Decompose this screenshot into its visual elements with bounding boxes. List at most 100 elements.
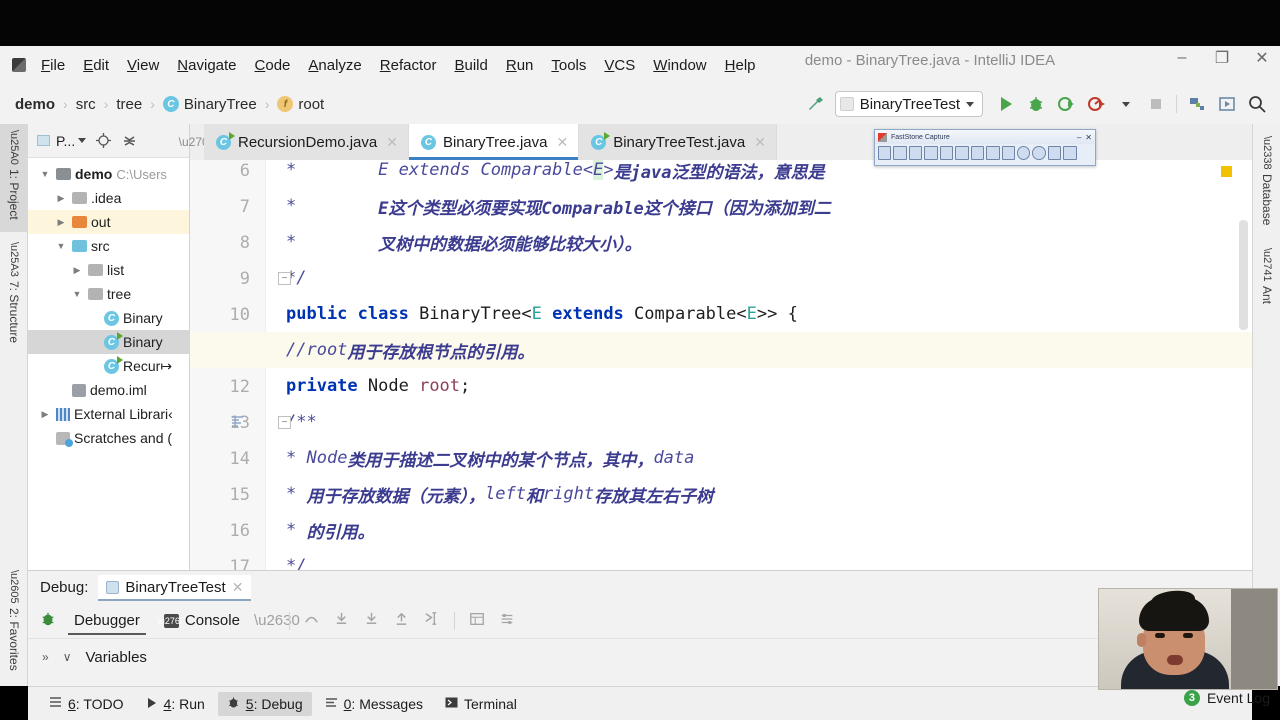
profiler-icon[interactable] xyxy=(1081,89,1111,119)
tree-node-externallibrari[interactable]: ▶ External Librari‹ xyxy=(28,402,189,426)
menu-item-view[interactable]: View xyxy=(118,54,168,77)
capture-fullscreen-icon[interactable] xyxy=(955,146,969,160)
chevron-down-icon[interactable] xyxy=(1111,89,1141,119)
close-button[interactable]: ✕ xyxy=(1252,48,1272,68)
tree-node-list[interactable]: ▶ list xyxy=(28,258,189,282)
status-item-5debug[interactable]: 5: Debug xyxy=(217,691,312,716)
code-line[interactable]: private Node root; xyxy=(190,368,1252,404)
tab-console[interactable]: \u276F Console xyxy=(154,607,250,634)
tree-node-out[interactable]: ▶ out xyxy=(28,210,189,234)
tree-node-demo[interactable]: ▼ demo C:\Users xyxy=(28,162,189,186)
run-to-cursor-icon[interactable] xyxy=(419,610,445,631)
menu-item-navigate[interactable]: Navigate xyxy=(168,54,245,77)
expand-arrow[interactable]: ▶ xyxy=(54,193,68,204)
run-icon[interactable] xyxy=(991,89,1021,119)
project-view-label[interactable]: P... xyxy=(56,133,87,149)
debug-icon[interactable] xyxy=(1021,89,1051,119)
run-configuration-selector[interactable]: BinaryTreeTest xyxy=(834,91,983,117)
expand-arrow[interactable]: ▼ xyxy=(70,289,84,299)
settings-icon[interactable] xyxy=(1047,146,1062,160)
status-item-4run[interactable]: 4: Run xyxy=(137,692,214,716)
capture-fixed-icon[interactable] xyxy=(986,146,1000,160)
status-item-0messages[interactable]: 0: Messages xyxy=(316,692,432,716)
timer-icon[interactable] xyxy=(1032,146,1046,160)
sidebar-item-database[interactable]: \u2338 Database xyxy=(1253,130,1280,234)
locate-target-icon[interactable] xyxy=(94,132,112,150)
code-line[interactable]: * Node 类用于描述二叉树中的某个节点，其中， data xyxy=(190,440,1252,476)
javadoc-icon[interactable] xyxy=(230,414,245,432)
minimize-button[interactable]: – xyxy=(1172,49,1192,67)
breadcrumb-item-src[interactable]: src xyxy=(73,95,99,114)
stop-icon[interactable] xyxy=(1141,89,1171,119)
expand-arrow[interactable]: ▶ xyxy=(54,217,68,228)
project-view-selector[interactable] xyxy=(34,132,52,150)
code-line[interactable]: * E这个类型必须要实现Comparable这个接口（因为添加到二 xyxy=(190,188,1252,224)
tree-node-src[interactable]: ▼ src xyxy=(28,234,189,258)
menu-item-file[interactable]: File xyxy=(32,54,74,77)
capture-freehand-icon[interactable] xyxy=(939,146,954,160)
tree-node-scratchesand[interactable]: Scratches and ( xyxy=(28,426,189,450)
capture-scroll-icon[interactable] xyxy=(970,146,985,160)
tab-debugger[interactable]: Debugger xyxy=(64,607,150,635)
capture-window-icon[interactable] xyxy=(893,146,907,160)
menu-item-code[interactable]: Code xyxy=(246,54,300,77)
project-structure-icon[interactable] xyxy=(1182,89,1212,119)
step-into-icon[interactable] xyxy=(329,610,355,631)
code-line[interactable]: */ xyxy=(190,260,1252,296)
magnifier-icon[interactable] xyxy=(1016,146,1031,160)
collapse-icon[interactable]: ∨ xyxy=(63,650,72,664)
hammer-icon[interactable] xyxy=(801,89,831,119)
expand-arrow[interactable]: ▼ xyxy=(54,241,68,251)
pin-icon[interactable]: \u2700 xyxy=(179,124,216,160)
fold-marker[interactable]: − xyxy=(278,416,291,429)
sidebar-item-ant[interactable]: \u2741 Ant xyxy=(1253,242,1280,304)
code-area[interactable]: 6 * E extends Comparable< E > 是java泛型的语法，意思… xyxy=(190,160,1252,570)
menu-item-tools[interactable]: Tools xyxy=(542,54,595,77)
dropdown-icon[interactable] xyxy=(1063,146,1077,160)
tree-node-recur[interactable]: C Recur↦ xyxy=(28,354,189,378)
tree-node-idea[interactable]: ▶ .idea xyxy=(28,186,189,210)
close-icon[interactable]: ✕ xyxy=(386,134,398,151)
code-line[interactable]: /** xyxy=(190,404,1252,440)
sidebar-item-favorites[interactable]: \u2605 2: Favorites xyxy=(0,564,28,686)
close-icon[interactable]: ✕ xyxy=(232,579,244,596)
code-line[interactable]: * 的引用。 xyxy=(190,512,1252,548)
fold-marker[interactable]: − xyxy=(278,272,291,285)
code-line[interactable]: public class BinaryTree< E extends Compar… xyxy=(190,296,1252,332)
code-line[interactable]: * 用于存放数据（元素）， left 和 right 存放其左右子树 xyxy=(190,476,1252,512)
step-out-icon[interactable] xyxy=(389,610,415,631)
close-icon[interactable]: ✕ xyxy=(556,134,568,151)
expand-arrow[interactable]: ▶ xyxy=(38,409,52,420)
menu-item-window[interactable]: Window xyxy=(644,54,715,77)
editor-scrollbar[interactable] xyxy=(1239,220,1248,330)
menu-item-help[interactable]: Help xyxy=(716,54,765,77)
expand-icon[interactable]: » xyxy=(42,650,49,664)
menu-item-analyze[interactable]: Analyze xyxy=(299,54,370,77)
tree-node-tree[interactable]: ▼ tree xyxy=(28,282,189,306)
editor-tab-binarytree-java[interactable]: C BinaryTree.java ✕ xyxy=(408,124,580,160)
sidebar-item-project[interactable]: \u25A0 1: Project xyxy=(0,124,28,232)
tree-node-binary[interactable]: C Binary xyxy=(28,306,189,330)
menu-item-refactor[interactable]: Refactor xyxy=(371,54,446,77)
screen-recorder-icon[interactable] xyxy=(1001,146,1015,160)
faststone-capture-window[interactable]: FastStone Capture – ✕ xyxy=(874,129,1096,166)
mute-breakpoints-icon[interactable] xyxy=(494,611,520,631)
debug-session-tab[interactable]: BinaryTreeTest ✕ xyxy=(98,574,252,601)
faststone-minimize[interactable]: – xyxy=(1077,133,1081,142)
sidebar-item-structure[interactable]: \u25A3 7: Structure xyxy=(0,236,28,356)
warning-marker[interactable] xyxy=(1221,166,1232,177)
step-over-icon[interactable] xyxy=(299,610,325,631)
debug-bug-icon[interactable] xyxy=(36,611,60,630)
editor-tab-recursiondemo-java[interactable]: C RecursionDemo.java ✕ xyxy=(204,124,409,160)
breadcrumb-item-binarytree[interactable]: C BinaryTree xyxy=(160,95,260,114)
code-line[interactable]: * 叉树中的数据必须能够比较大小）。 xyxy=(190,224,1252,260)
send-to-icon[interactable] xyxy=(1079,146,1092,160)
event-log-button[interactable]: 3 Event Log xyxy=(1183,690,1270,706)
status-item-6todo[interactable]: 6: TODO xyxy=(40,692,133,716)
expand-arrow[interactable]: ▶ xyxy=(70,265,84,276)
evaluate-icon[interactable] xyxy=(464,611,490,631)
tree-node-binary[interactable]: C Binary xyxy=(28,330,189,354)
maximize-button[interactable]: ❐ xyxy=(1212,48,1232,68)
menu-item-run[interactable]: Run xyxy=(497,54,543,77)
collapse-all-icon[interactable] xyxy=(120,132,138,150)
